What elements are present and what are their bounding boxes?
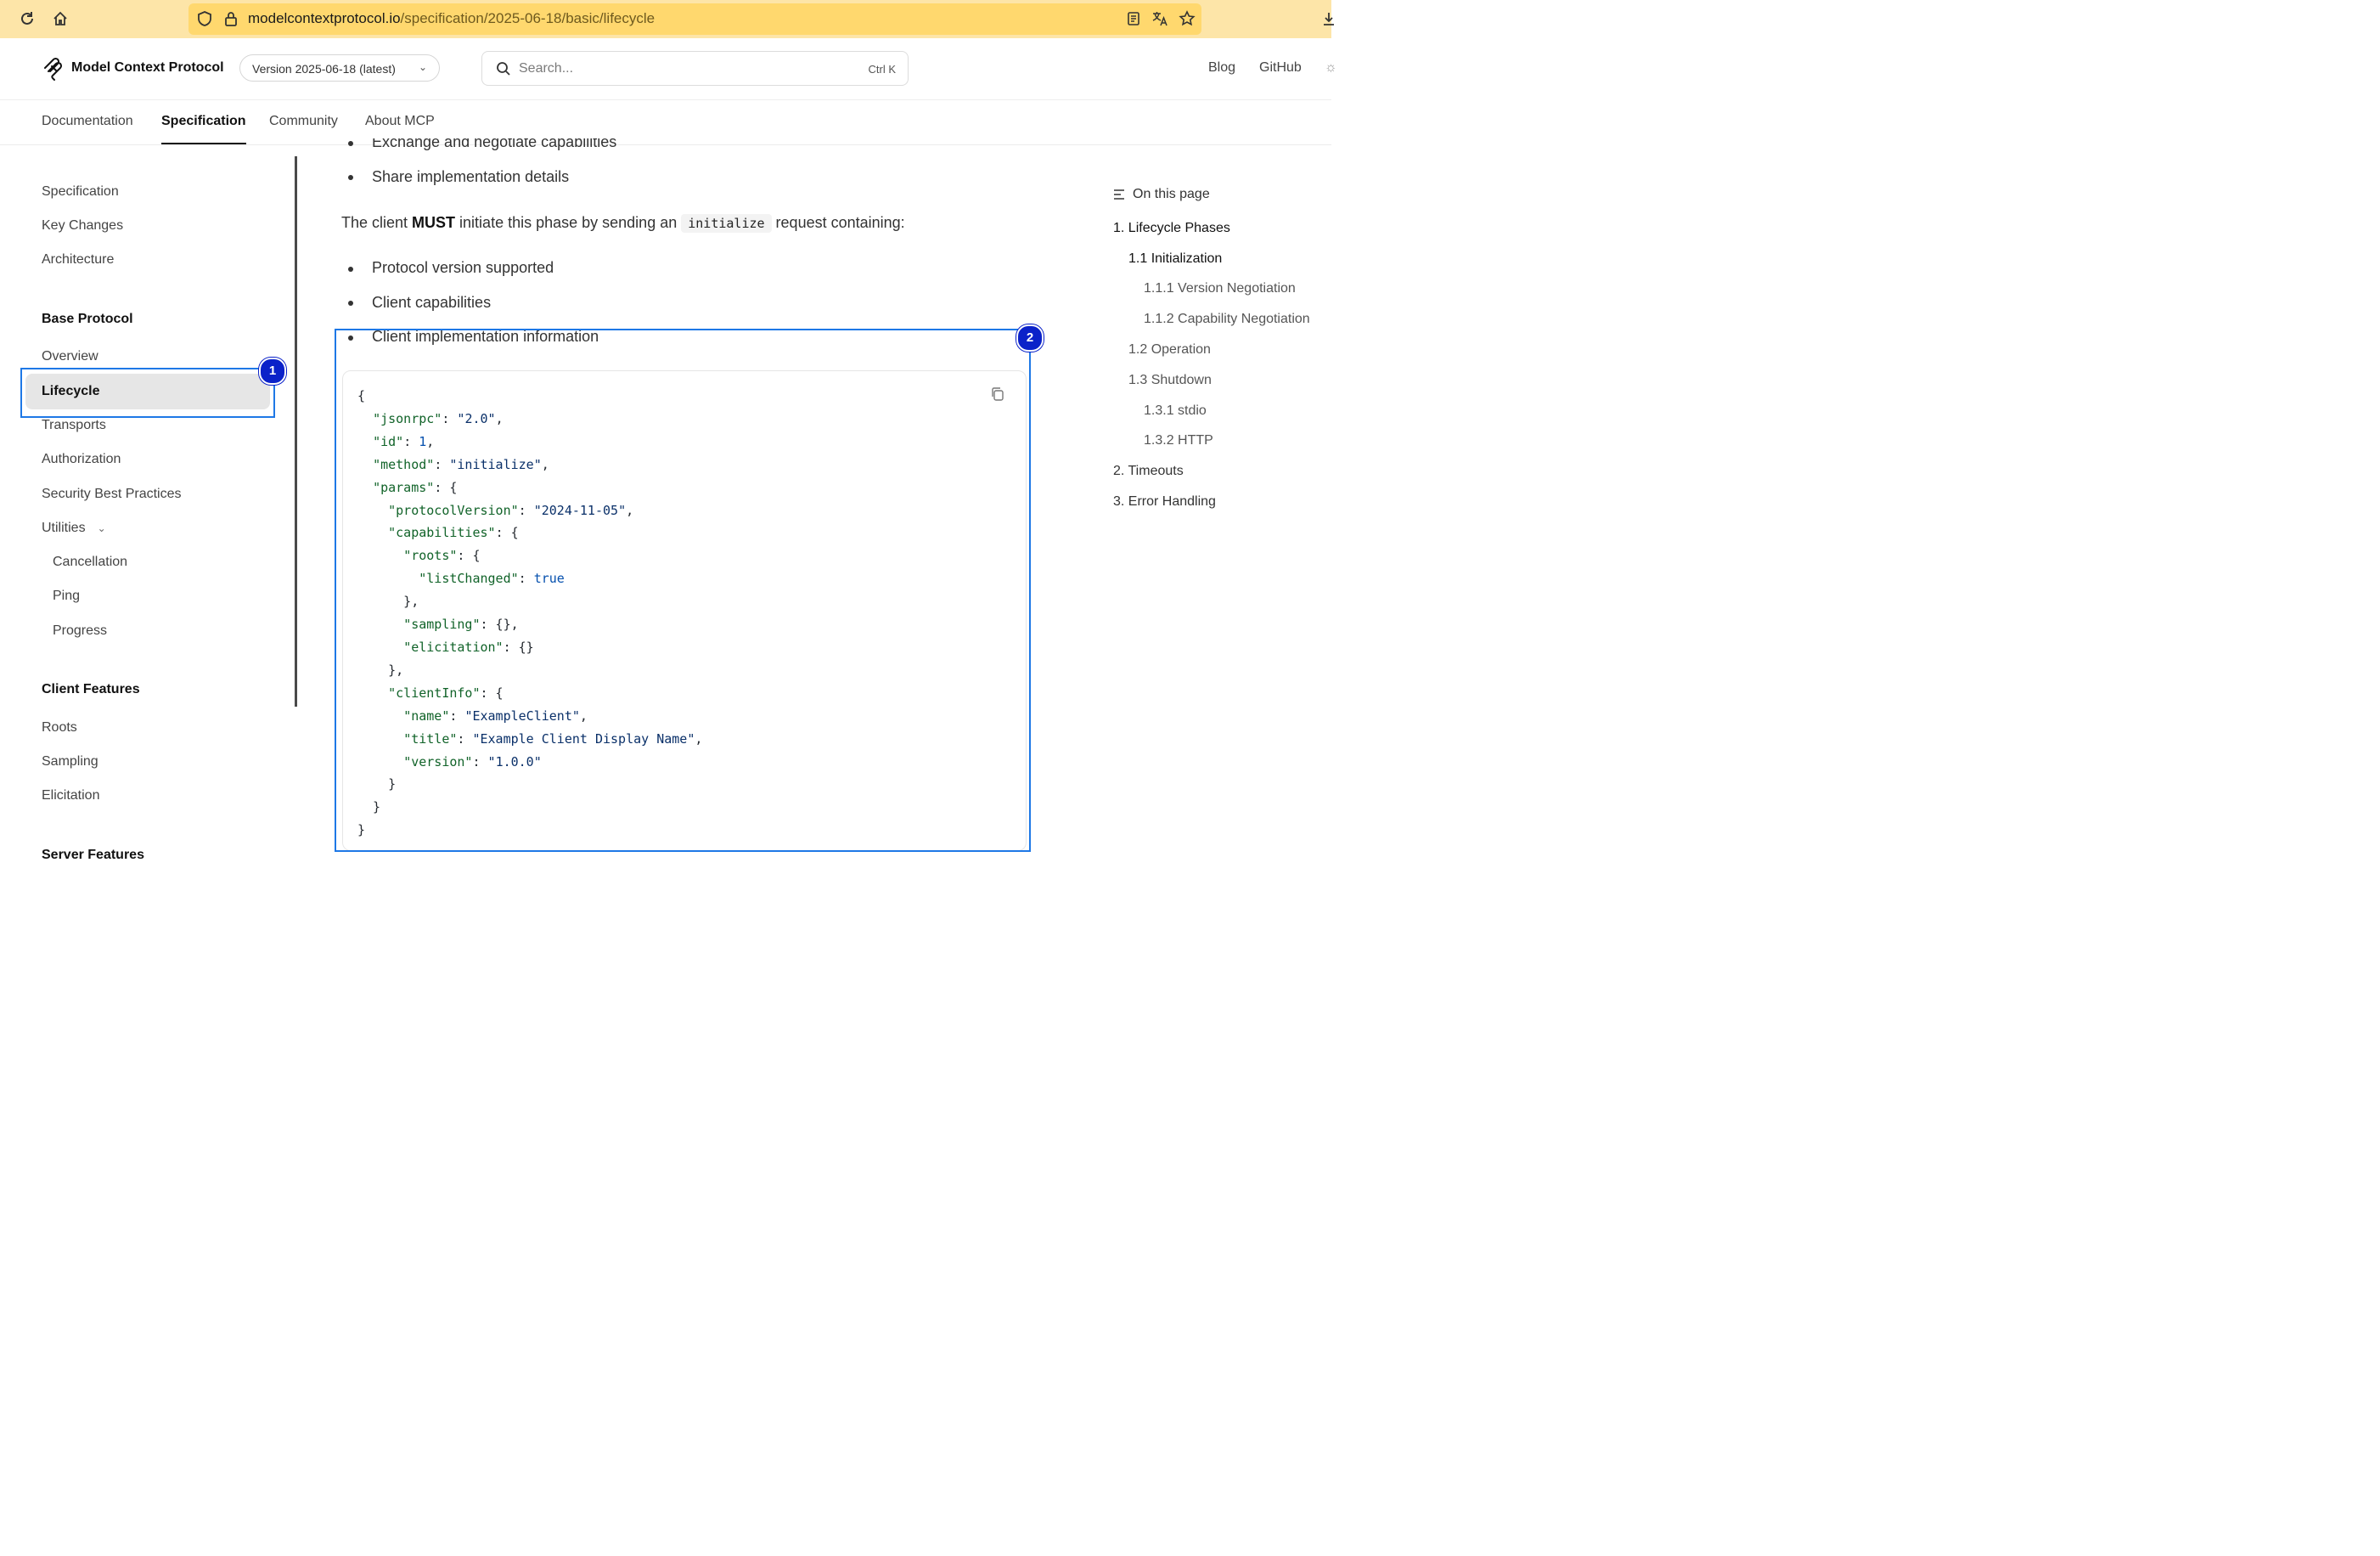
sidebar-item-authorization[interactable]: Authorization: [42, 452, 121, 467]
toc-item-lifecycle-phases[interactable]: 1. Lifecycle Phases: [1113, 221, 1230, 236]
para-after: request containing:: [771, 214, 905, 231]
sidebar-item-roots[interactable]: Roots: [42, 720, 77, 736]
toc-item-stdio[interactable]: 1.3.1 stdio: [1144, 403, 1207, 419]
translate-icon[interactable]: [1151, 10, 1168, 27]
chevron-down-icon: ⌄: [418, 61, 427, 73]
search-box[interactable]: Search... Ctrl K: [481, 51, 909, 86]
tab-about-mcp[interactable]: About MCP: [365, 114, 435, 129]
sidebar-item-security-best-practices[interactable]: Security Best Practices: [42, 487, 182, 502]
annotation-badge-2: 2: [1016, 324, 1044, 352]
annotation-box-2: [335, 329, 1031, 852]
sidebar-heading-base-protocol: Base Protocol: [42, 312, 133, 326]
toc-list-icon: [1114, 189, 1124, 200]
sidebar-item-architecture[interactable]: Architecture: [42, 252, 114, 268]
url-path: /specification/2025-06-18/basic/lifecycl…: [400, 10, 655, 26]
bullet-dot: [348, 141, 353, 146]
tab-documentation[interactable]: Documentation: [42, 114, 133, 129]
url-domain: modelcontextprotocol.io: [248, 10, 401, 26]
annotation-box-1: [20, 368, 275, 418]
bullet-dot: [348, 267, 353, 272]
brand-name[interactable]: Model Context Protocol: [71, 60, 224, 76]
inline-code-initialize: initialize: [681, 214, 772, 233]
mcp-logo-icon[interactable]: [42, 57, 66, 81]
search-shortcut: Ctrl K: [868, 63, 897, 76]
initialize-paragraph: The client MUST initiate this phase by s…: [341, 214, 905, 233]
home-icon[interactable]: [52, 10, 69, 27]
reload-icon[interactable]: [19, 10, 36, 27]
bullet-client-capabilities: Client capabilities: [372, 294, 492, 311]
sidebar-item-cancellation[interactable]: Cancellation: [53, 555, 127, 570]
reader-view-icon[interactable]: [1125, 10, 1142, 27]
annotation-badge-1: 1: [259, 358, 286, 385]
sidebar-item-specification[interactable]: Specification: [42, 184, 119, 200]
sidebar-item-sampling[interactable]: Sampling: [42, 754, 98, 770]
sidebar-item-overview[interactable]: Overview: [42, 349, 98, 364]
toc-item-operation[interactable]: 1.2 Operation: [1128, 342, 1211, 358]
url-text[interactable]: modelcontextprotocol.io/specification/20…: [248, 10, 655, 27]
search-icon: [497, 62, 510, 76]
blog-link[interactable]: Blog: [1208, 60, 1235, 76]
bullet-share-implementation: Share implementation details: [372, 168, 570, 185]
sidebar-heading-server-features: Server Features: [42, 848, 144, 862]
para-before: The client: [341, 214, 413, 231]
lock-icon[interactable]: [222, 10, 239, 27]
download-icon[interactable]: [1320, 10, 1337, 27]
sidebar-item-ping[interactable]: Ping: [53, 589, 80, 604]
sidebar-item-elicitation[interactable]: Elicitation: [42, 788, 99, 803]
para-mid: initiate this phase by sending an: [455, 214, 682, 231]
bullet-dot: [348, 175, 353, 180]
tab-specification[interactable]: Specification: [161, 114, 246, 129]
chevron-down-icon: ⌄: [97, 522, 106, 534]
toc-item-initialization[interactable]: 1.1 Initialization: [1128, 251, 1222, 267]
toc-item-shutdown[interactable]: 1.3 Shutdown: [1128, 373, 1212, 388]
github-link[interactable]: GitHub: [1259, 60, 1302, 76]
toc-heading: On this page: [1133, 187, 1210, 201]
version-selector[interactable]: Version 2025-06-18 (latest) ⌄: [239, 54, 440, 82]
bookmark-star-icon[interactable]: [1179, 10, 1196, 27]
para-must: MUST: [412, 214, 456, 231]
sidebar-item-key-changes[interactable]: Key Changes: [42, 218, 123, 234]
shield-icon[interactable]: [196, 10, 213, 27]
sidebar-heading-client-features: Client Features: [42, 682, 140, 696]
sidebar-scrollbar[interactable]: [295, 156, 297, 707]
version-label: Version 2025-06-18 (latest): [252, 62, 396, 76]
bullet-dot: [348, 301, 353, 306]
search-placeholder: Search...: [519, 61, 574, 76]
toc-item-http[interactable]: 1.3.2 HTTP: [1144, 433, 1213, 448]
sidebar-item-utilities-label: Utilities: [42, 521, 86, 535]
sidebar-item-transports[interactable]: Transports: [42, 418, 106, 433]
tab-community[interactable]: Community: [269, 114, 338, 129]
sidebar-item-utilities[interactable]: Utilities ⌄: [42, 521, 106, 536]
active-tab-indicator: [161, 143, 246, 144]
toc-item-error-handling[interactable]: 3. Error Handling: [1113, 494, 1216, 510]
sidebar-item-progress[interactable]: Progress: [53, 623, 107, 639]
bullet-protocol-version: Protocol version supported: [372, 259, 554, 276]
theme-toggle-icon[interactable]: ☼: [1325, 60, 1337, 76]
toc-item-capability-negotiation[interactable]: 1.1.2 Capability Negotiation: [1144, 312, 1310, 327]
toc-item-version-negotiation[interactable]: 1.1.1 Version Negotiation: [1144, 281, 1296, 296]
toc-item-timeouts[interactable]: 2. Timeouts: [1113, 464, 1184, 479]
